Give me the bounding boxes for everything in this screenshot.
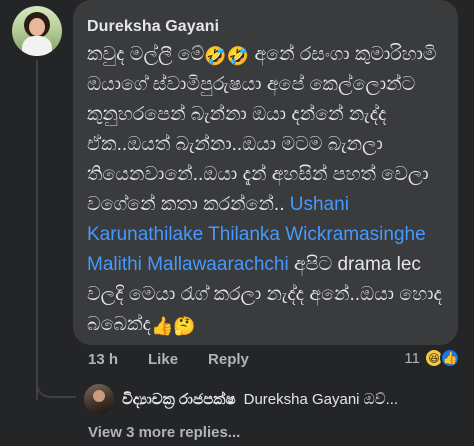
comment-actions: 13 h Like Reply	[88, 351, 249, 368]
rofl-emoji-icon: 🤣	[226, 46, 250, 66]
thread-connector-curve	[36, 372, 76, 398]
mention-link[interactable]: Thilanka Wickramasinghe	[208, 224, 426, 245]
reply-author[interactable]: විද්‍යාචක්‍ර රාජපක්ෂ	[122, 391, 236, 408]
mention-link[interactable]: Malithi Mallawaarachchi	[87, 254, 289, 275]
like-button[interactable]: Like	[148, 351, 178, 368]
comment-body: කවුද මල්ලී මේ🤣🤣 අනේ රසංගා කුමාරිහාමි ඔයා…	[87, 40, 444, 340]
comment-thread: Dureksha Gayani කවුද මල්ලී මේ🤣🤣 අනේ රසංග…	[0, 0, 474, 446]
reply-preview-row[interactable]: විද්‍යාචක්‍ර රාජපක්ෂ Dureksha Gayani ඔව්…	[84, 384, 464, 414]
comment-text-middle: අනේ රසංගා කුමාරිහාමි ඔයාගේ ස්වාමිපුරුෂයා…	[87, 44, 437, 215]
reply-preview-text: Dureksha Gayani ඔව්...	[243, 390, 399, 408]
like-icon: 👍	[440, 348, 460, 368]
reply-avatar[interactable]	[84, 384, 114, 414]
comment-timestamp[interactable]: 13 h	[88, 351, 118, 368]
comment-text-start: කවුද මල්ලී මේ	[87, 44, 205, 65]
avatar[interactable]	[12, 6, 62, 56]
rofl-emoji-icon: 🤣	[204, 46, 227, 66]
thinking-emoji-icon: 🤔	[173, 316, 196, 336]
reply-button[interactable]: Reply	[208, 351, 249, 368]
reaction-count: 11	[404, 349, 420, 367]
thread-connector-line	[36, 60, 38, 400]
thumbs-up-emoji-icon: 👍	[150, 316, 174, 336]
reaction-summary[interactable]: 11 😆 👍	[404, 348, 460, 368]
comment-author[interactable]: Dureksha Gayani	[87, 18, 444, 36]
comment-bubble: Dureksha Gayani කවුද මල්ලී මේ🤣🤣 අනේ රසංග…	[73, 0, 458, 345]
view-more-replies-link[interactable]: View 3 more replies...	[88, 424, 240, 441]
